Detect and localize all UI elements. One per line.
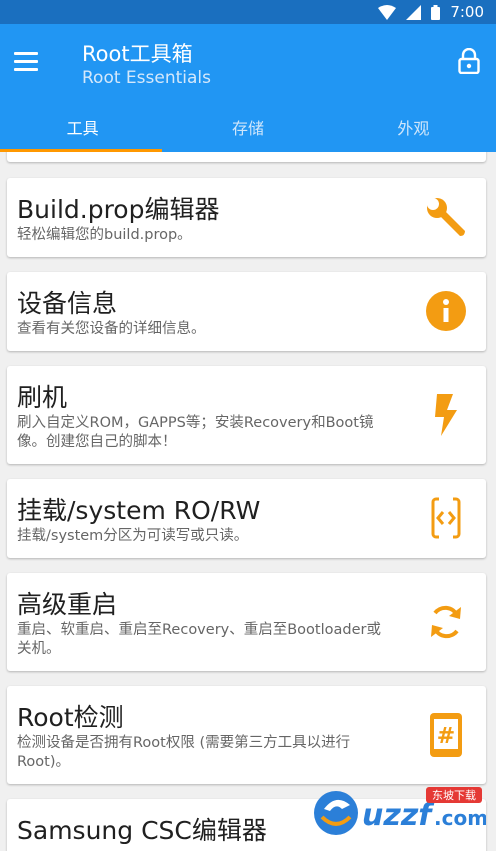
root-check-icon: #	[424, 713, 468, 757]
svg-text:东坡下载: 东坡下载	[432, 789, 476, 802]
item-title: 挂载/system RO/RW	[17, 496, 261, 525]
battery-icon	[431, 4, 441, 20]
app-subtitle: Root Essentials	[82, 68, 211, 88]
flash-icon	[424, 393, 468, 437]
status-time: 7:00	[450, 3, 484, 21]
signal-icon	[406, 4, 422, 20]
app-title: Root工具箱	[82, 42, 193, 66]
list-item-advanced-reboot[interactable]: 高级重启 重启、软重启、重启至Recovery、重启至Bootloader或关机…	[7, 573, 486, 671]
item-desc: 重启、软重启、重启至Recovery、重启至Bootloader或关机。	[17, 622, 381, 657]
item-desc: 刷入自定义ROM，GAPPS等；安装Recovery和Boot镜像。创建您自己的…	[17, 415, 374, 450]
menu-icon[interactable]	[14, 52, 42, 74]
item-desc: 挂载/system分区为可读写或只读。	[17, 528, 249, 544]
wifi-icon	[378, 4, 397, 20]
tab-label: 存储	[231, 119, 264, 138]
tab-storage[interactable]: 存储	[165, 102, 330, 152]
status-bar: 7:00	[0, 0, 496, 24]
item-title: Build.prop编辑器	[17, 195, 220, 224]
tab-label: 外观	[397, 119, 430, 138]
item-desc: 查看有关您设备的详细信息。	[17, 321, 206, 337]
tab-appearance[interactable]: 外观	[331, 102, 496, 152]
watermark-logo: uzzf .com 东坡下载	[314, 787, 486, 835]
svg-text:#: #	[437, 724, 455, 749]
tab-tools[interactable]: 工具	[0, 102, 165, 152]
item-desc: 检测设备是否拥有Root权限 (需要第三方工具以进行Root)。	[17, 735, 351, 770]
tab-label: 工具	[66, 119, 99, 138]
item-title: 设备信息	[17, 289, 118, 318]
item-title: 刷机	[17, 383, 68, 412]
list-item-mount-system[interactable]: 挂载/system RO/RW 挂载/system分区为可读写或只读。	[7, 479, 486, 558]
list-item-root-check[interactable]: Root检测 检测设备是否拥有Root权限 (需要第三方工具以进行Root)。 …	[7, 686, 486, 784]
tool-list[interactable]: Build.prop编辑器 轻松编辑您的build.prop。 设备信息 查看有…	[0, 152, 496, 851]
app-bar: Root工具箱 Root Essentials 工具 存储 外观	[0, 24, 496, 152]
item-title: 高级重启	[17, 590, 118, 619]
list-item-build-prop[interactable]: Build.prop编辑器 轻松编辑您的build.prop。	[7, 178, 486, 257]
list-item-previous[interactable]	[7, 152, 486, 162]
item-title: Samsung CSC编辑器	[17, 816, 267, 845]
info-icon	[424, 289, 468, 333]
list-item-device-info[interactable]: 设备信息 查看有关您设备的详细信息。	[7, 272, 486, 351]
lock-icon[interactable]	[458, 48, 480, 74]
mount-icon	[424, 496, 468, 540]
list-item-flash[interactable]: 刷机 刷入自定义ROM，GAPPS等；安装Recovery和Boot镜像。创建您…	[7, 366, 486, 464]
reboot-icon	[424, 600, 468, 644]
svg-text:.com: .com	[434, 806, 486, 830]
item-title: Root检测	[17, 703, 124, 732]
tab-bar: 工具 存储 外观	[0, 102, 496, 152]
svg-text:uzzf: uzzf	[362, 798, 435, 833]
wrench-icon	[424, 195, 468, 239]
item-desc: 轻松编辑您的build.prop。	[17, 227, 192, 243]
